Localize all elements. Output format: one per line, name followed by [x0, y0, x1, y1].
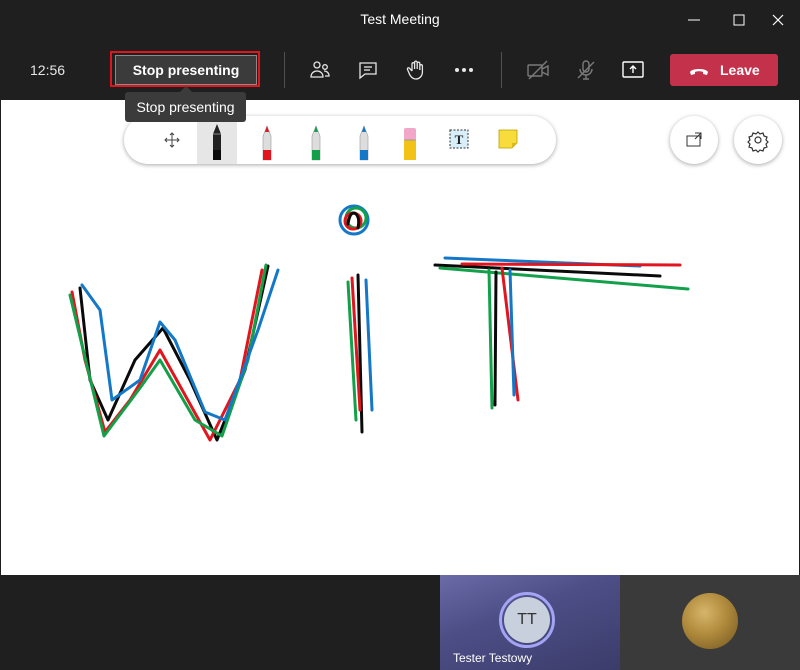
green-pen-tool[interactable] — [296, 116, 336, 164]
black-pen-tool[interactable] — [197, 116, 237, 164]
move-icon — [164, 132, 180, 148]
minimize-button[interactable] — [682, 8, 706, 32]
whiteboard-canvas[interactable] — [1, 100, 799, 575]
toolbar-divider — [501, 52, 502, 88]
moon-avatar — [682, 593, 738, 649]
inking-toolbar: T — [124, 116, 556, 164]
eraser-tool[interactable] — [390, 116, 430, 164]
share-to-new-window-button[interactable] — [670, 116, 718, 164]
red-pen-icon — [262, 125, 272, 161]
blue-pen-tool[interactable] — [344, 116, 384, 164]
sticky-note-tool[interactable] — [488, 116, 528, 164]
green-pen-icon — [311, 125, 321, 161]
leave-label: Leave — [720, 62, 760, 78]
text-box-icon: T — [449, 129, 469, 149]
maximize-button[interactable] — [727, 8, 751, 32]
window-title: Test Meeting — [360, 11, 440, 27]
pop-out-icon — [686, 132, 702, 147]
eraser-icon — [404, 128, 416, 160]
settings-button[interactable] — [734, 116, 782, 164]
camera-off-icon[interactable] — [526, 58, 550, 82]
sticky-note-icon — [498, 129, 518, 149]
stop-presenting-button[interactable]: Stop presenting — [115, 55, 257, 85]
chat-icon[interactable] — [356, 58, 380, 82]
black-pen-icon — [213, 124, 221, 160]
stop-presenting-tooltip: Stop presenting — [125, 92, 246, 122]
text-box-tool[interactable]: T — [439, 116, 479, 164]
move-tool[interactable] — [152, 116, 192, 164]
avatar: TT — [504, 597, 550, 643]
meeting-clock: 12:56 — [30, 62, 66, 78]
share-tray-icon[interactable] — [621, 58, 645, 82]
more-actions-icon[interactable] — [452, 58, 476, 82]
raise-hand-icon[interactable] — [404, 58, 428, 82]
svg-text:T: T — [455, 132, 464, 147]
participant-name: Tester Testowy — [453, 651, 533, 665]
participant-tile[interactable]: TT Tester Testowy — [440, 575, 620, 670]
blue-pen-icon — [359, 125, 369, 161]
toolbar-divider — [284, 52, 285, 88]
microphone-off-icon[interactable] — [574, 58, 598, 82]
close-window-button[interactable] — [766, 8, 790, 32]
participants-icon[interactable] — [308, 58, 332, 82]
gear-icon — [747, 131, 769, 153]
participants-strip: TT Tester Testowy — [0, 575, 800, 670]
red-pen-tool[interactable] — [247, 116, 287, 164]
whiteboard-ink — [68, 204, 690, 442]
participant-tile[interactable] — [620, 575, 800, 670]
hang-up-icon — [690, 69, 708, 75]
meeting-toolbar: 12:56 Stop presenting Leave — [0, 40, 800, 100]
leave-button[interactable]: Leave — [670, 54, 778, 86]
title-bar: Test Meeting — [0, 0, 800, 40]
